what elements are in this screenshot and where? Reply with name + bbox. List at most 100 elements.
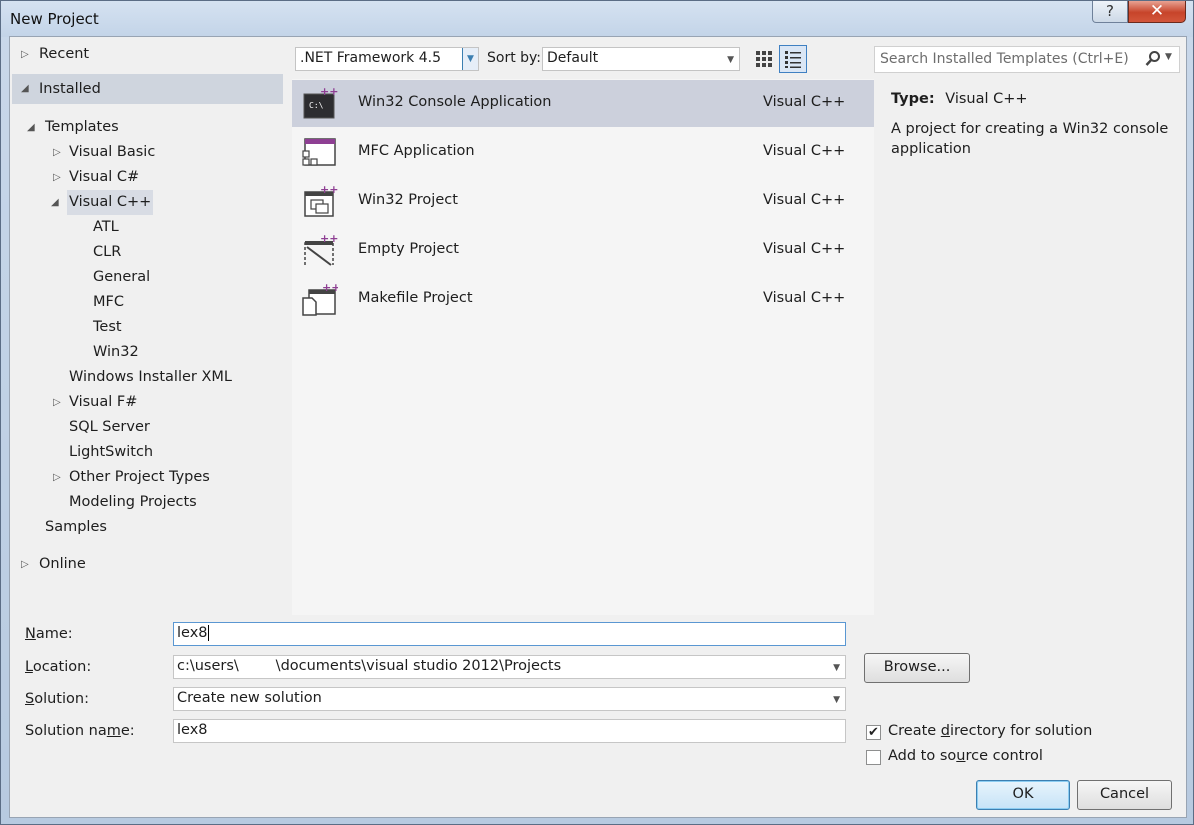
tree-item-installed[interactable]: ◢ Installed	[12, 74, 283, 104]
project-name-value: lex8	[177, 625, 209, 641]
create-directory-checkbox[interactable]: ✔	[866, 725, 881, 740]
chevron-down-icon[interactable]: ▼	[727, 50, 734, 70]
template-language: Visual C++	[763, 94, 846, 110]
tree-label: Templates	[45, 119, 119, 135]
name-label: Name:	[25, 626, 73, 642]
template-toolbar: .NET Framework 4.5 ▼ Sort by: Default ▼	[292, 37, 1188, 79]
chevron-down-icon[interactable]: ▼	[1165, 52, 1172, 62]
tree-item-mfc[interactable]: MFC	[93, 290, 124, 315]
template-name: Makefile Project	[358, 290, 473, 306]
expand-arrow-icon[interactable]: ▷	[53, 390, 61, 415]
expand-arrow-icon[interactable]: ▷	[53, 165, 61, 190]
sort-by-label: Sort by:	[487, 50, 542, 66]
template-language: Visual C++	[763, 241, 846, 257]
tree-item-general[interactable]: General	[93, 265, 150, 290]
list-view-icon[interactable]	[779, 45, 807, 73]
svg-text:++: ++	[322, 282, 338, 294]
template-list: C:\ ++ Win32 Console Application Visual …	[292, 79, 874, 615]
chevron-down-icon[interactable]: ▼	[833, 690, 840, 710]
template-row-makefile-project[interactable]: ++ Makefile Project Visual C++	[292, 276, 874, 323]
expand-arrow-icon[interactable]: ▷	[53, 140, 61, 165]
template-description: A project for creating a Win32 console a…	[891, 121, 1169, 157]
tree-label: Visual Basic	[69, 144, 156, 160]
tree-item-sql-server[interactable]: SQL Server	[69, 415, 150, 440]
browse-button[interactable]: Browse...	[864, 653, 970, 683]
tree-item-win32[interactable]: Win32	[93, 340, 139, 365]
framework-value: .NET Framework 4.5	[300, 50, 441, 66]
tree-item-recent[interactable]: ▷ Recent	[10, 42, 280, 67]
text-caret	[207, 625, 209, 641]
solution-name-label: Solution name:	[25, 723, 135, 739]
expand-arrow-icon[interactable]: ▷	[21, 552, 29, 577]
project-name-input[interactable]: lex8	[173, 622, 846, 646]
help-button[interactable]: ?	[1092, 1, 1128, 23]
template-row-mfc-application[interactable]: MFC Application Visual C++	[292, 129, 874, 176]
dialog-client-area: ▷ Recent ◢ Installed ◢ Templates ▷ Visua…	[9, 36, 1187, 818]
small-icons-view-icon[interactable]	[753, 48, 775, 70]
cancel-button[interactable]: Cancel	[1077, 780, 1172, 810]
type-value: Visual C++	[945, 91, 1028, 107]
template-name: MFC Application	[358, 143, 475, 159]
location-value: c:\users\ \documents\visual studio 2012\…	[177, 658, 562, 674]
type-label: Type:	[891, 91, 935, 107]
tree-item-test[interactable]: Test	[93, 315, 122, 340]
expand-arrow-icon[interactable]: ▷	[53, 465, 61, 490]
close-button[interactable]: ✕	[1128, 1, 1186, 23]
sort-select[interactable]: Default ▼	[542, 47, 740, 71]
solution-name-input[interactable]: lex8	[173, 719, 846, 743]
solution-select[interactable]: Create new solution ▼	[173, 687, 846, 711]
tree-label: Online	[39, 556, 86, 572]
template-language: Visual C++	[763, 192, 846, 208]
mfc-app-icon	[302, 135, 338, 169]
template-details-panel: Type: Visual C++ A project for creating …	[874, 79, 1188, 615]
new-project-dialog: New Project ? ✕ ▷ Recent ◢ Installed ◢ T…	[0, 0, 1194, 825]
tree-item-windows-installer-xml[interactable]: Windows Installer XML	[69, 365, 232, 390]
template-tree: ▷ Recent ◢ Installed ◢ Templates ▷ Visua…	[10, 37, 292, 615]
template-row-win32-project[interactable]: ++ Win32 Project Visual C++	[292, 178, 874, 225]
tree-item-samples[interactable]: Samples	[45, 515, 107, 540]
template-name: Empty Project	[358, 241, 459, 257]
console-app-icon: C:\ ++	[302, 85, 338, 120]
dialog-title: New Project	[10, 10, 99, 28]
svg-text:++: ++	[320, 86, 338, 98]
template-name: Win32 Console Application	[358, 94, 552, 110]
collapse-arrow-icon[interactable]: ◢	[27, 115, 35, 140]
sort-value: Default	[547, 50, 599, 66]
search-placeholder: Search Installed Templates (Ctrl+E)	[880, 51, 1129, 67]
solution-value: Create new solution	[177, 690, 322, 706]
template-row-win32-console[interactable]: C:\ ++ Win32 Console Application Visual …	[292, 80, 874, 127]
template-row-empty-project[interactable]: ++ Empty Project Visual C++	[292, 227, 874, 274]
tree-label: Recent	[39, 46, 90, 62]
expand-arrow-icon[interactable]: ▷	[21, 42, 29, 67]
svg-text:++: ++	[320, 184, 338, 196]
collapse-arrow-icon[interactable]: ◢	[51, 190, 59, 215]
location-combobox[interactable]: c:\users\ \documents\visual studio 2012\…	[173, 655, 846, 679]
search-templates-input[interactable]: Search Installed Templates (Ctrl+E) ▼	[874, 46, 1180, 73]
win32-project-icon: ++	[302, 183, 338, 218]
search-icon[interactable]	[1145, 50, 1161, 72]
tree-item-modeling-projects[interactable]: Modeling Projects	[69, 490, 197, 515]
framework-select[interactable]: .NET Framework 4.5 ▼	[295, 47, 479, 71]
svg-text:C:\: C:\	[309, 101, 324, 110]
collapse-arrow-icon[interactable]: ◢	[21, 74, 29, 104]
template-language: Visual C++	[763, 143, 846, 159]
tree-label: Installed	[39, 81, 101, 97]
svg-text:++: ++	[320, 233, 338, 245]
tree-item-atl[interactable]: ATL	[93, 215, 119, 240]
tree-item-clr[interactable]: CLR	[93, 240, 121, 265]
chevron-down-icon[interactable]: ▼	[462, 48, 478, 70]
template-type-line: Type: Visual C++	[891, 91, 1028, 107]
ok-button[interactable]: OK	[976, 780, 1070, 810]
tree-item-lightswitch[interactable]: LightSwitch	[69, 440, 153, 465]
source-control-checkbox[interactable]	[866, 750, 881, 765]
solution-name-value: lex8	[177, 722, 208, 738]
location-label: Location:	[25, 659, 92, 675]
template-name: Win32 Project	[358, 192, 458, 208]
chevron-down-icon[interactable]: ▼	[833, 658, 840, 678]
makefile-project-icon: ++	[302, 281, 340, 316]
create-directory-label: Create directory for solution	[888, 723, 1093, 739]
tree-label: Visual C++	[67, 190, 154, 215]
template-language: Visual C++	[763, 290, 846, 306]
tree-label: Visual F#	[69, 394, 138, 410]
title-bar[interactable]: New Project ? ✕	[1, 1, 1193, 37]
